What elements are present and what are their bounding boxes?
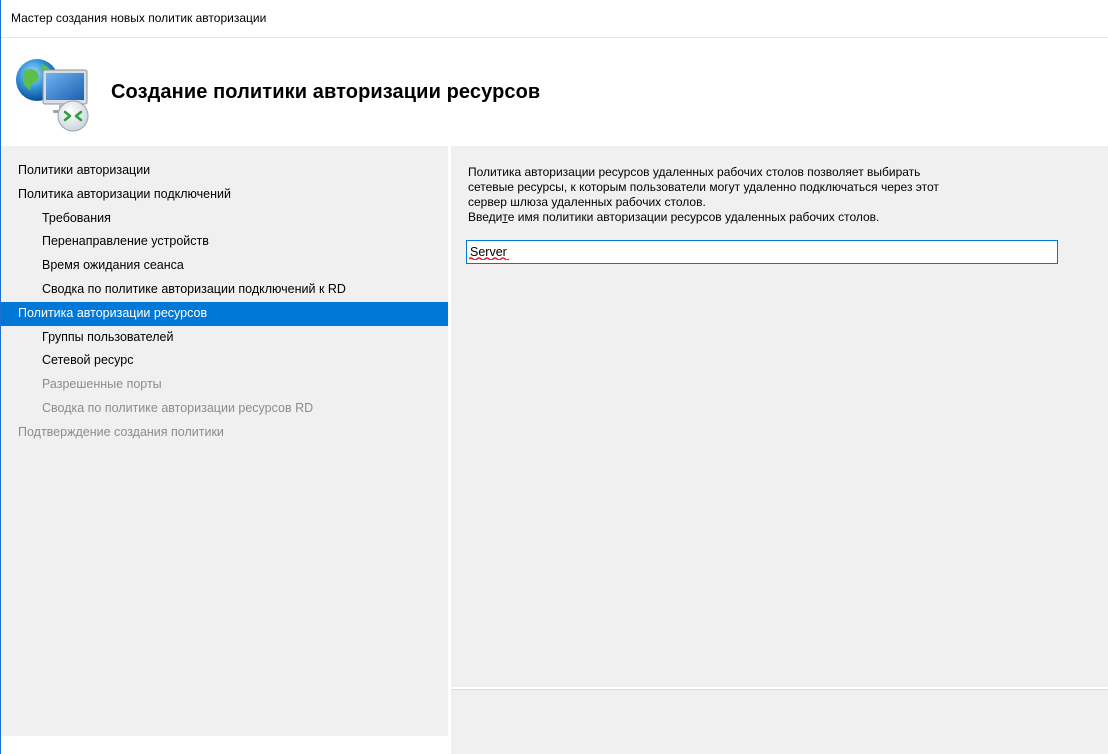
description: Политика авторизации ресурсов удаленных … xyxy=(468,165,1048,225)
button-bar xyxy=(451,689,1108,754)
nav-step-10: Разрешенные порты xyxy=(42,377,162,392)
nav-step-6[interactable]: Сводка по политике авторизации подключен… xyxy=(1,278,448,302)
policy-name-label: Введите имя политики авторизации ресурсо… xyxy=(468,210,880,224)
nav-step-11: Сводка по политике авторизации ресурсов … xyxy=(42,400,314,415)
wizard-steps-nav: Политики авторизации Политика авторизации… xyxy=(1,146,448,736)
title-bar: Мастер создания новых политик авторизаци… xyxy=(1,0,1108,38)
wizard-header: Создание политики авторизации ресурсов xyxy=(1,38,1108,146)
nav-step-4[interactable]: Перенаправление устройств xyxy=(1,230,448,254)
content-panel: Политика авторизации ресурсов удаленных … xyxy=(451,146,1108,687)
nav-step-5[interactable]: Время ожидания сеанса xyxy=(1,254,448,278)
policy-name-input[interactable] xyxy=(466,240,1058,264)
nav-step-12: Подтверждение создания политики xyxy=(18,424,224,439)
page-title: Создание политики авторизации ресурсов xyxy=(111,81,541,103)
nav-step-3[interactable]: Требования xyxy=(1,207,448,231)
remote-desktop-gateway-icon xyxy=(16,59,89,132)
nav-step-9[interactable]: Сетевой ресурс xyxy=(1,349,448,373)
nav-step-8[interactable]: Группы пользователей xyxy=(1,326,448,350)
description-line: Политика авторизации ресурсов удаленных … xyxy=(468,165,921,179)
description-line: сетевые ресурсы, к которым пользователи … xyxy=(468,180,939,194)
wizard-window: Мастер создания новых политик авторизаци… xyxy=(0,0,1108,754)
window-title: Мастер создания новых политик авторизаци… xyxy=(11,11,267,25)
description-line: сервер шлюза удаленных рабочих столов. xyxy=(468,195,706,209)
nav-step-1[interactable]: Политики авторизации xyxy=(1,159,448,183)
nav-step-7[interactable]: Политика авторизации ресурсов xyxy=(1,301,448,326)
nav-step-2[interactable]: Политика авторизации подключений xyxy=(1,183,448,207)
